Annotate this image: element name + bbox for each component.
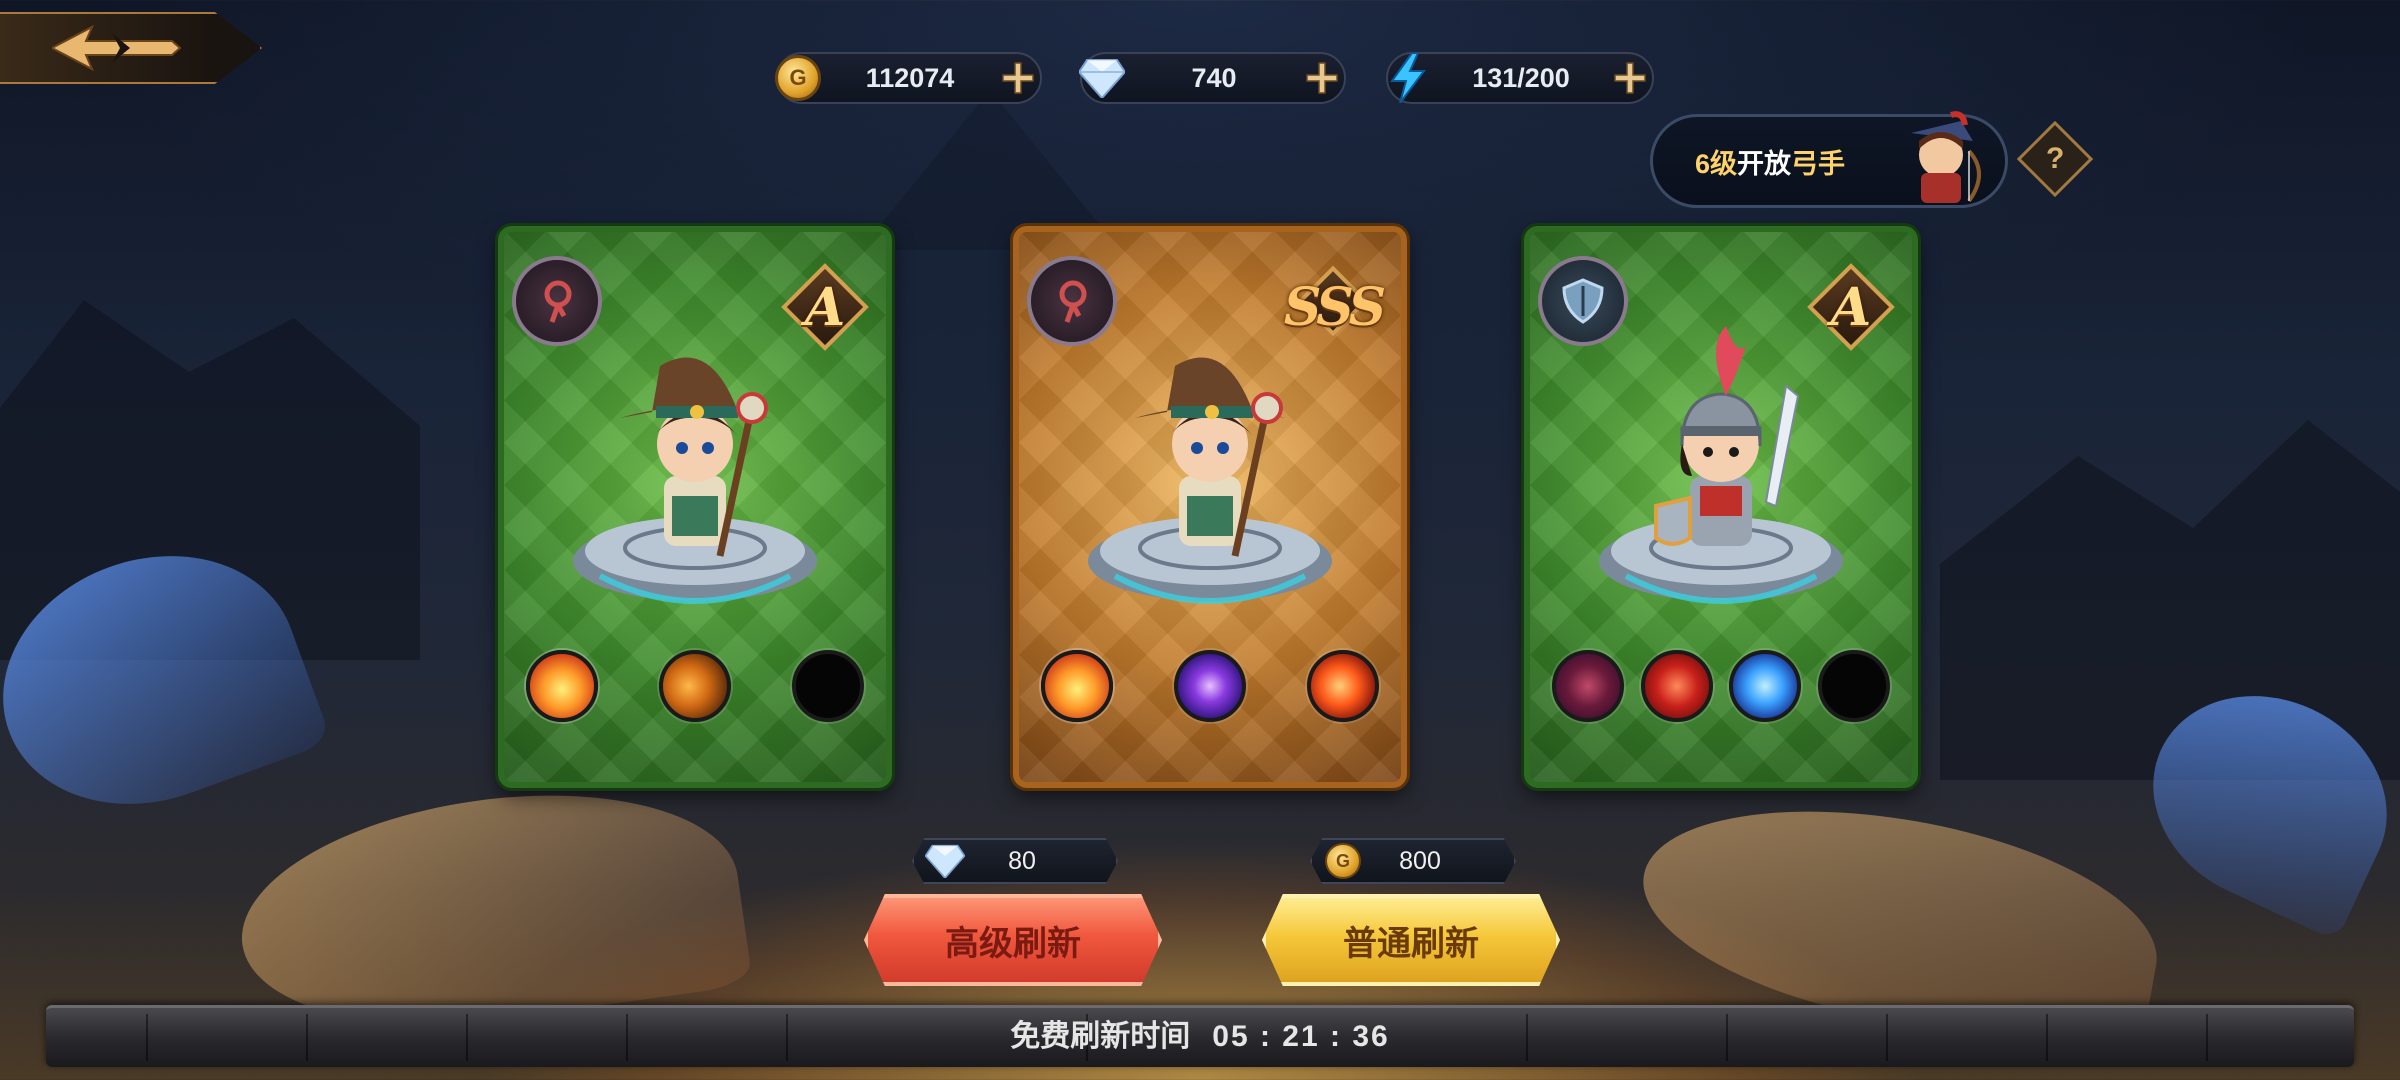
gold-coin-icon: G — [775, 55, 821, 101]
wave-icon[interactable] — [1729, 650, 1802, 722]
flame-icon[interactable] — [526, 650, 598, 722]
add-energy-button[interactable] — [1608, 56, 1652, 100]
premium-refresh-button[interactable]: 高级刷新 — [864, 894, 1162, 986]
knight-hero-icon — [1599, 326, 1843, 604]
gold-value: 112074 — [865, 62, 955, 93]
lightning-icon — [1390, 53, 1426, 103]
gold-coin-icon: G — [1325, 843, 1361, 879]
energy-counter: 131/200 — [1386, 52, 1654, 104]
empty-skill-slot — [1817, 650, 1890, 722]
normal-refresh-button[interactable]: 普通刷新 — [1262, 894, 1560, 986]
unlock-class: 弓手 — [1791, 148, 1846, 179]
unlock-text: 开放 — [1737, 148, 1792, 179]
skill-row — [526, 650, 864, 722]
back-arrow-icon — [52, 24, 182, 72]
vortex-icon[interactable] — [1174, 650, 1246, 722]
skill-row — [1552, 650, 1890, 722]
gold-counter: G 112074 — [775, 52, 1042, 104]
demon-icon[interactable] — [1552, 650, 1624, 722]
free-refresh-time: 05 : 21 : 36 — [1212, 1020, 1390, 1053]
plus-icon — [1002, 62, 1034, 94]
skill-row — [1041, 650, 1379, 722]
help-icon: ? — [2045, 141, 2065, 175]
diamond-value: 740 — [1191, 62, 1237, 93]
hero-card-3[interactable]: A — [1524, 226, 1918, 788]
plus-icon — [1306, 62, 1338, 94]
unlock-level: 6级 — [1695, 148, 1738, 179]
wizard-hero-icon — [1088, 357, 1332, 604]
add-diamond-button[interactable] — [1300, 56, 1344, 100]
fire-slash-icon[interactable] — [1307, 650, 1379, 722]
empty-skill-slot — [792, 650, 864, 722]
add-gold-button[interactable] — [996, 56, 1040, 100]
diamond-counter: 740 — [1079, 52, 1346, 104]
premium-refresh-cost: 80 — [912, 838, 1118, 884]
diamond-icon — [925, 844, 965, 878]
hero-card-2[interactable]: SSS — [1013, 226, 1407, 788]
free-refresh-label: 免费刷新时间 — [1010, 1020, 1191, 1053]
wizard-hero-icon — [573, 357, 817, 604]
claw-icon[interactable] — [1640, 650, 1713, 722]
normal-refresh-cost: G 800 — [1310, 838, 1516, 884]
archer-portrait-icon — [1911, 111, 1981, 203]
archer-unlock-banner[interactable]: 6级 开放 弓手 — [1650, 111, 2008, 208]
help-button[interactable]: ? — [2016, 120, 2094, 198]
flame-icon[interactable] — [1041, 650, 1113, 722]
free-refresh-timer: 免费刷新时间 05 : 21 : 36 — [0, 1011, 2400, 1055]
diamond-icon — [1079, 59, 1125, 98]
meteor-icon[interactable] — [659, 650, 731, 722]
back-button[interactable] — [0, 12, 262, 84]
plus-icon — [1614, 62, 1646, 94]
hero-card-1[interactable]: A — [498, 226, 892, 788]
energy-value: 131/200 — [1472, 62, 1570, 93]
